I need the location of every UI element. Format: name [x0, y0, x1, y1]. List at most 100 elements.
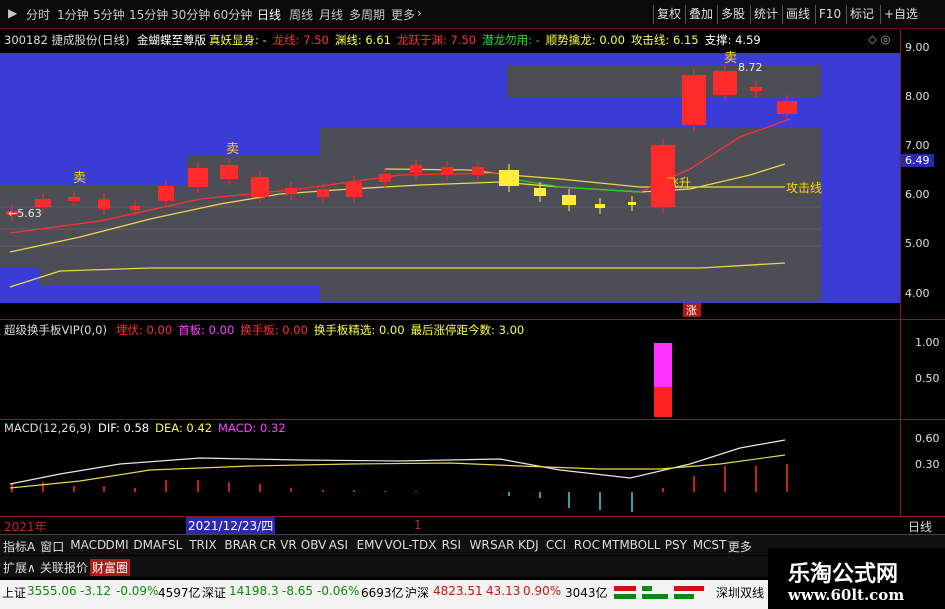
indicator-tab[interactable]: 指标A: [3, 538, 35, 555]
indicator-tab[interactable]: 更多: [728, 538, 752, 555]
fortune-circle-tab[interactable]: 财富圈: [90, 559, 131, 576]
indicator-tab[interactable]: 窗口: [40, 538, 64, 555]
period-label[interactable]: 日线: [908, 518, 932, 535]
indicator-value: 换手板精选: 0.00: [313, 323, 405, 337]
add-watchlist-button[interactable]: +自选: [880, 5, 921, 24]
candle: [158, 186, 174, 201]
indicator-tab[interactable]: ROC: [574, 538, 600, 552]
market-breadth-icon: [614, 586, 704, 599]
indicator-tab[interactable]: CR: [260, 538, 277, 552]
related-quotes-tab[interactable]: 关联报价: [40, 559, 88, 576]
expand-tab[interactable]: 扩展∧: [3, 559, 36, 576]
sz-percent: -0.06%: [317, 584, 360, 598]
period-tab-60min[interactable]: 60分钟: [213, 6, 252, 23]
indicator-tab[interactable]: DMA: [133, 538, 161, 552]
time-axis: 2021年 2021/12/23/四 1 日线: [0, 516, 945, 534]
indicator-tab[interactable]: PSY: [665, 538, 687, 552]
period-tab-weekly[interactable]: 周线: [289, 6, 313, 23]
indicator-value: DEA: 0.42: [155, 421, 213, 435]
indicator-tab[interactable]: TRIX: [189, 538, 216, 552]
fuquan-button[interactable]: 复权: [653, 5, 684, 24]
candle: [441, 167, 453, 175]
extension-tab-bar: 扩展∧ 关联报价 财富圈: [0, 556, 770, 577]
period-tab-30min[interactable]: 30分钟: [171, 6, 210, 23]
price-tick: 9.00: [905, 41, 930, 54]
indicator-tab[interactable]: MCST: [693, 538, 727, 552]
candle: [379, 174, 391, 182]
indicator-tab[interactable]: VOL-TDX: [385, 538, 437, 552]
macd-chart[interactable]: [0, 436, 900, 516]
period-tab-1min[interactable]: 1分钟: [57, 6, 89, 23]
indicator-value: 最后涨停距今数: 3.00: [410, 323, 525, 337]
candle: [68, 197, 80, 201]
indicator-tab[interactable]: MTM: [602, 538, 630, 552]
sh-value: 3555.06: [27, 584, 77, 598]
indicator-tab[interactable]: DMI: [106, 538, 129, 552]
candle: [628, 202, 636, 205]
period-tab-fenshi[interactable]: 分时: [26, 6, 50, 23]
indicator-tab[interactable]: FSL: [161, 538, 182, 552]
period-tab-multi[interactable]: 多周期: [349, 6, 385, 23]
limit-up-label: 涨: [686, 304, 697, 317]
sh-percent: -0.09%: [116, 584, 159, 598]
indicator-name[interactable]: 金蝴蝶至尊版: [137, 32, 206, 48]
rise-marker: 飞升: [667, 176, 691, 190]
sub1-indicator-name[interactable]: 超级换手板VIP(0,0): [4, 322, 107, 338]
market-status-bar: 上证 3555.06 -3.12 -0.09% 4597亿 深证 14198.3…: [0, 580, 770, 609]
draw-line-button[interactable]: 画线: [782, 5, 813, 24]
sub1-chart[interactable]: [0, 338, 900, 418]
indicator-tab[interactable]: EMV: [357, 538, 383, 552]
indicator-tab[interactable]: ASI: [329, 538, 348, 552]
candle: [713, 71, 737, 95]
macd-values: DIF: 0.58 DEA: 0.42 MACD: 0.32: [98, 421, 292, 435]
indicator-tab[interactable]: KDJ: [518, 538, 539, 552]
stats-button[interactable]: 统计: [750, 5, 781, 24]
candle: [346, 182, 362, 197]
indicator-tab[interactable]: BOLL: [630, 538, 661, 552]
more-chevron-icon[interactable]: ›: [417, 6, 422, 20]
candle: [251, 177, 269, 197]
pane-controls-icon[interactable]: ◇ ◎: [868, 32, 891, 46]
period-tab-monthly[interactable]: 月线: [319, 6, 343, 23]
kline-chart[interactable]: 卖 卖 卖 飞升 攻击线 ←5.63 8.72 涨: [0, 49, 900, 317]
candle: [130, 206, 140, 210]
indicator-tab[interactable]: SAR: [490, 538, 514, 552]
indicator-value: 首板: 0.00: [178, 323, 235, 337]
sz-dual-line[interactable]: 深圳双线: [716, 584, 764, 601]
period-tab-5min[interactable]: 5分钟: [93, 6, 125, 23]
period-tab-more[interactable]: 更多: [391, 6, 415, 23]
sub1-tick: 1.00: [915, 336, 940, 349]
indicator-value: 龙跃于渊: 7.50: [396, 33, 477, 47]
multi-stock-button[interactable]: 多股: [717, 5, 748, 24]
mark-button[interactable]: 标记: [846, 5, 877, 24]
period-tab-daily[interactable]: 日线: [257, 6, 281, 23]
price-tick: 6.00: [905, 188, 930, 201]
macd-indicator-name[interactable]: MACD(12,26,9): [4, 421, 91, 435]
indicator-tab[interactable]: WR: [470, 538, 490, 552]
indicator-tab[interactable]: VR: [280, 538, 297, 552]
indicator-title-row: 300182 捷成股份(日线) 金蝴蝶至尊版 真妖显身: - 龙线: 7.50 渊线…: [0, 29, 900, 49]
candle: [472, 167, 484, 175]
candle: [317, 189, 329, 197]
period-tab-15min[interactable]: 15分钟: [129, 6, 168, 23]
price-tick: 4.00: [905, 287, 930, 300]
indicator-tab[interactable]: CCI: [546, 538, 566, 552]
sub1-tick: 0.50: [915, 372, 940, 385]
price-tick: 5.00: [905, 237, 930, 250]
candle: [499, 170, 519, 186]
indicator-tab[interactable]: BRAR: [224, 538, 257, 552]
candle: [777, 101, 797, 114]
sub1-axis: 1.00 0.50: [900, 320, 945, 420]
macd-tick: 0.30: [915, 458, 940, 471]
menu-arrow-icon[interactable]: ▶: [8, 6, 17, 20]
attack-line-label: 攻击线: [786, 181, 822, 195]
indicator-tab[interactable]: RSI: [442, 538, 462, 552]
price-tick: 8.00: [905, 90, 930, 103]
current-price-tag: 6.49: [901, 154, 934, 167]
overlay-button[interactable]: 叠加: [685, 5, 716, 24]
hs-change: 43.13: [486, 584, 521, 598]
indicator-tab[interactable]: MACD: [70, 538, 106, 552]
f10-button[interactable]: F10: [815, 5, 844, 24]
indicator-tab[interactable]: OBV: [301, 538, 327, 552]
stock-title[interactable]: 300182 捷成股份(日线): [4, 32, 130, 48]
